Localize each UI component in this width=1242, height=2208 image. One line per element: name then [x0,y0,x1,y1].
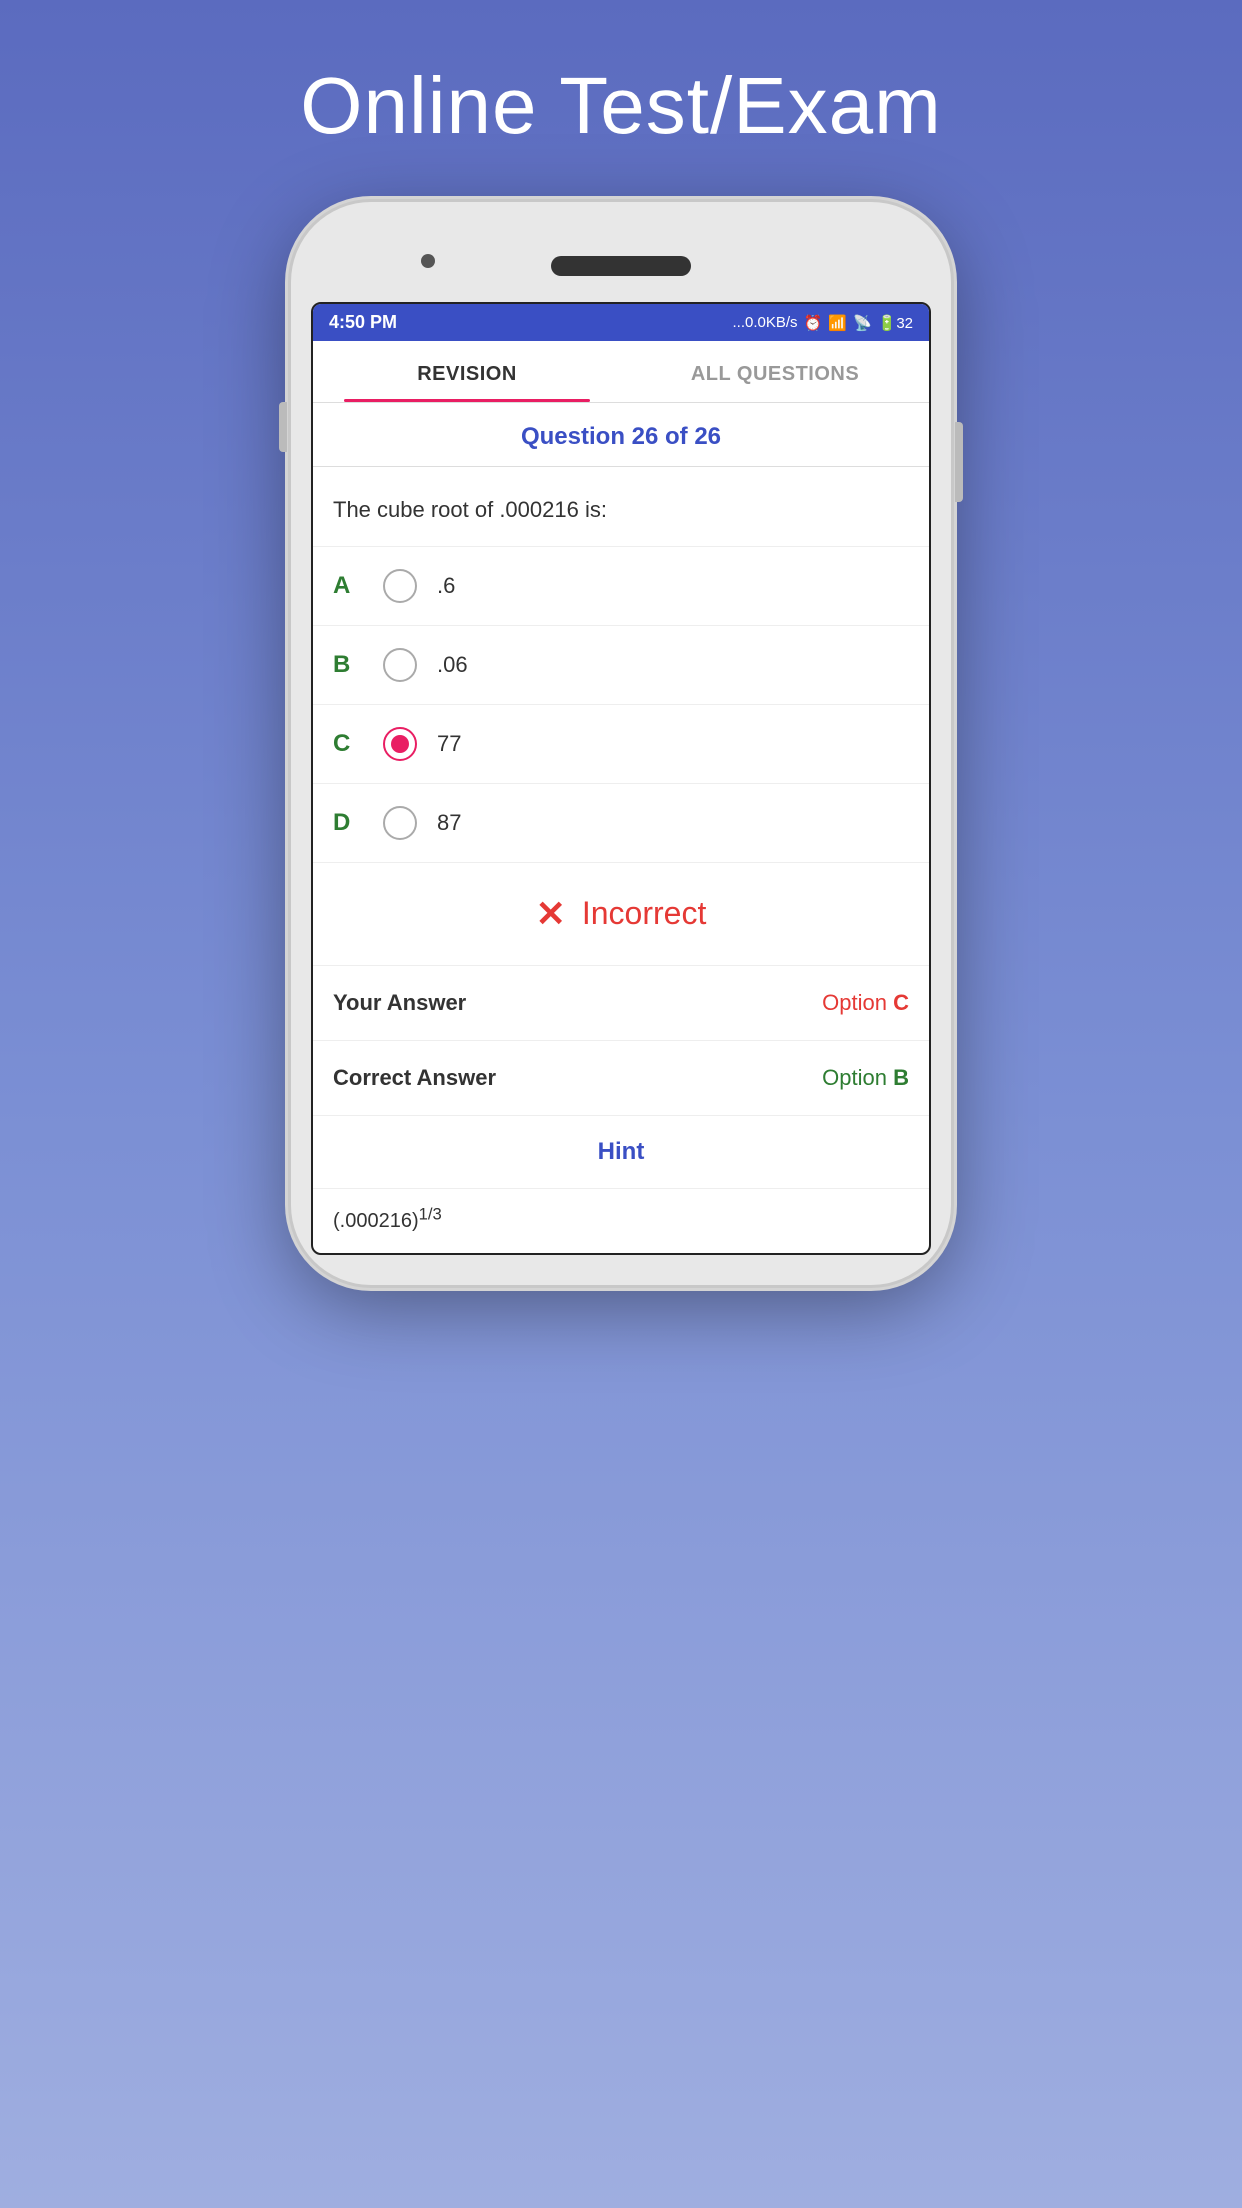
option-c-radio[interactable] [383,727,417,761]
tab-revision[interactable]: REVISION [313,341,621,402]
option-a-text: .6 [437,573,455,599]
status-right: ...0.0KB/s ⏰ 📶 📡 🔋32 [733,314,913,332]
tabs-container: REVISION ALL QUESTIONS [313,341,929,403]
question-header: Question 26 of 26 [313,403,929,467]
option-d-row[interactable]: D 87 [313,784,929,862]
option-c-letter: C [333,730,363,758]
speaker-icon [551,256,691,276]
wifi-icon: 📡 [853,314,872,332]
battery-icon: 🔋32 [878,314,913,332]
your-answer-value: Option C [822,990,909,1016]
option-c-row[interactable]: C 77 [313,705,929,784]
hint-formula: (.000216)1/3 [333,1210,442,1232]
option-b-letter: B [333,651,363,679]
correct-answer-value: Option B [822,1065,909,1091]
signal-icon: 📶 [828,314,847,332]
correct-answer-row: Correct Answer Option B [313,1041,929,1116]
option-a-letter: A [333,572,363,600]
hint-button[interactable]: Hint [598,1138,645,1165]
option-b-text: .06 [437,652,468,678]
your-answer-row: Your Answer Option C [313,966,929,1041]
options-container: A .6 B .06 C 77 D 87 [313,547,929,863]
network-speed: ...0.0KB/s [733,314,798,331]
question-text: The cube root of .000216 is: [313,467,929,547]
option-b-radio[interactable] [383,648,417,682]
result-status: Incorrect [582,895,706,932]
status-time: 4:50 PM [329,312,397,333]
page-title: Online Test/Exam [300,60,941,152]
question-number: Question 26 of 26 [521,423,721,450]
option-b-row[interactable]: B .06 [313,626,929,705]
option-a-row[interactable]: A .6 [313,547,929,626]
hint-area[interactable]: Hint [313,1116,929,1189]
radio-selected-indicator [391,735,409,753]
incorrect-icon: ✕ [536,893,566,935]
tab-all-questions[interactable]: ALL QUESTIONS [621,341,929,402]
option-d-text: 87 [437,810,461,836]
front-camera-icon [421,254,435,268]
phone-top [311,232,931,292]
option-d-radio[interactable] [383,806,417,840]
power-button [955,422,963,502]
clock-icon: ⏰ [804,314,823,332]
hint-content: (.000216)1/3 [313,1189,929,1254]
correct-answer-label: Correct Answer [333,1065,496,1091]
result-area: ✕ Incorrect [313,863,929,966]
option-d-letter: D [333,809,363,837]
phone-screen: 4:50 PM ...0.0KB/s ⏰ 📶 📡 🔋32 REVISION AL… [311,302,931,1255]
option-a-radio[interactable] [383,569,417,603]
volume-button [279,402,287,452]
phone-shell: 4:50 PM ...0.0KB/s ⏰ 📶 📡 🔋32 REVISION AL… [291,202,951,1285]
option-c-text: 77 [437,731,461,757]
status-bar: 4:50 PM ...0.0KB/s ⏰ 📶 📡 🔋32 [313,304,929,341]
your-answer-label: Your Answer [333,990,466,1016]
